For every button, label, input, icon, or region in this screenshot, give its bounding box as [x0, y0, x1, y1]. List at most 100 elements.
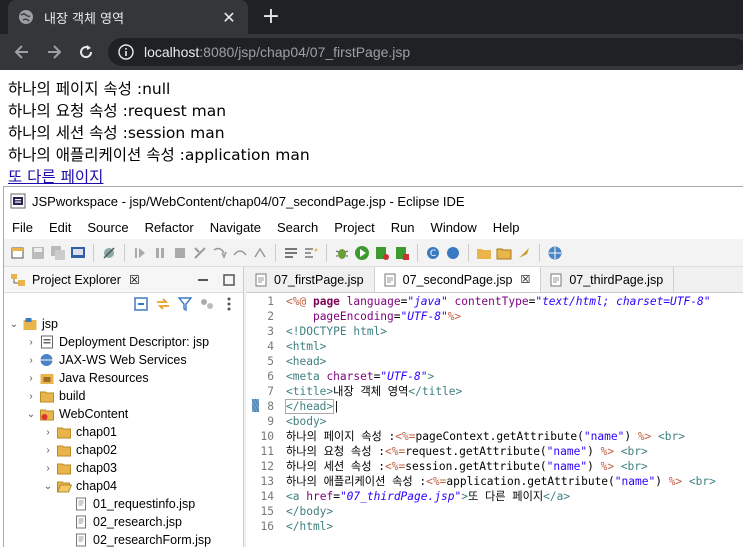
tree-item[interactable]: ⌄ chap04 — [4, 477, 243, 495]
close-tab-icon[interactable]: ✕ — [220, 8, 238, 27]
reload-icon[interactable] — [76, 42, 96, 62]
open-project-icon[interactable] — [496, 245, 512, 261]
eclipse-icon — [10, 193, 26, 209]
chevron-down-icon[interactable]: ⌄ — [25, 409, 37, 420]
code-area[interactable]: 1 <%@ page language="java" contentType="t… — [246, 294, 743, 547]
new-class-icon[interactable]: C — [425, 245, 441, 261]
resume-icon[interactable] — [132, 245, 148, 261]
folder-icon — [40, 391, 54, 403]
tab-label: 07_thirdPage.jsp — [569, 272, 664, 287]
tree-item-label: 01_requestinfo.jsp — [93, 497, 196, 511]
tab-07-firstpage[interactable]: 07_firstPage.jsp — [246, 267, 375, 292]
menu-project[interactable]: Project — [326, 220, 382, 235]
suspend-icon[interactable] — [152, 245, 168, 261]
run-server-icon[interactable] — [374, 245, 390, 261]
code-line: </html> — [286, 520, 334, 533]
tree-item[interactable]: 02_researchForm.jsp — [4, 531, 243, 547]
collapse-all-icon[interactable] — [133, 296, 149, 312]
open-folder-icon[interactable] — [476, 245, 492, 261]
folder-icon — [57, 427, 71, 439]
save-icon[interactable] — [30, 245, 46, 261]
disconnect-icon[interactable] — [192, 245, 208, 261]
open-task-icon[interactable] — [283, 245, 299, 261]
tab-07-thirdpage[interactable]: 07_thirdPage.jsp — [541, 267, 675, 292]
new-server-icon[interactable] — [445, 245, 461, 261]
menu-navigate[interactable]: Navigate — [202, 220, 269, 235]
tree-item-label: Java Resources — [59, 371, 149, 385]
maximize-icon[interactable] — [223, 273, 235, 286]
back-icon[interactable] — [12, 42, 32, 62]
tree-item[interactable]: › Java Resources — [4, 369, 243, 387]
terminate-icon[interactable] — [172, 245, 188, 261]
tree-item[interactable]: › build — [4, 387, 243, 405]
browser-globe-icon[interactable] — [547, 245, 563, 261]
close-view-icon[interactable]: ☒ — [129, 273, 140, 287]
code-line: <meta charset="UTF-8"> — [286, 370, 435, 383]
code-line: <head> — [286, 355, 327, 368]
project-explorer-title: Project Explorer — [32, 272, 121, 287]
skip-breakpoints-icon[interactable] — [101, 245, 117, 261]
jsp-file-icon — [76, 497, 86, 511]
save-all-icon[interactable] — [50, 245, 66, 261]
debug-icon[interactable] — [334, 245, 350, 261]
mark-occurrences-icon[interactable] — [303, 245, 319, 261]
tab-07-secondpage[interactable]: 07_secondPage.jsp ☒ — [374, 267, 542, 292]
menu-run[interactable]: Run — [383, 220, 423, 235]
deploy-icon[interactable] — [516, 245, 532, 261]
code-line: <html> — [286, 340, 327, 353]
svg-text:C: C — [430, 249, 436, 259]
tree-item[interactable]: ⌄ WebContent — [4, 405, 243, 423]
menu-file[interactable]: File — [4, 220, 41, 235]
minimize-icon[interactable] — [197, 274, 209, 286]
forward-icon[interactable] — [44, 42, 64, 62]
chevron-right-icon[interactable]: › — [25, 337, 37, 348]
tree-item[interactable]: › chap03 — [4, 459, 243, 477]
terminal-icon[interactable] — [70, 245, 86, 261]
view-menu-icon[interactable] — [221, 296, 237, 312]
info-icon[interactable] — [118, 44, 134, 60]
jsp-file-icon — [550, 273, 562, 286]
browser-tab[interactable]: 내장 객체 영역 ✕ — [8, 0, 248, 34]
request-attribute-line: 하나의 요청 속성 :request man — [8, 102, 227, 120]
editor-tabs: 07_firstPage.jsp 07_secondPage.jsp ☒ 07_… — [246, 267, 743, 293]
chevron-right-icon[interactable]: › — [42, 427, 54, 438]
step-into-icon[interactable] — [212, 245, 228, 261]
tree-item[interactable]: 01_requestinfo.jsp — [4, 495, 243, 513]
menu-source[interactable]: Source — [79, 220, 136, 235]
chevron-right-icon[interactable]: › — [25, 355, 37, 366]
address-bar[interactable]: localhost :8080/jsp/chap04/07_firstPage.… — [108, 38, 743, 66]
tree-item[interactable]: › chap02 — [4, 441, 243, 459]
chevron-down-icon[interactable]: ⌄ — [42, 481, 54, 492]
run-icon[interactable] — [354, 245, 370, 261]
chevron-right-icon[interactable]: › — [42, 445, 54, 456]
chevron-right-icon[interactable]: › — [42, 463, 54, 474]
tree-item[interactable]: › JAX-WS Web Services — [4, 351, 243, 369]
menu-help[interactable]: Help — [485, 220, 528, 235]
link-editor-icon[interactable] — [155, 296, 171, 312]
tree-item[interactable]: ⌄ jsp — [4, 315, 243, 333]
tree-item[interactable]: › Deployment Descriptor: jsp — [4, 333, 243, 351]
chevron-right-icon[interactable]: › — [25, 373, 37, 384]
tree-item[interactable]: 02_research.jsp — [4, 513, 243, 531]
menu-refactor[interactable]: Refactor — [137, 220, 202, 235]
tree-item[interactable]: › chap01 — [4, 423, 243, 441]
menu-edit[interactable]: Edit — [41, 220, 79, 235]
other-page-link[interactable]: 또 다른 페이지 — [8, 168, 103, 186]
step-return-icon[interactable] — [252, 245, 268, 261]
coverage-icon[interactable] — [394, 245, 410, 261]
chevron-down-icon[interactable]: ⌄ — [8, 319, 20, 330]
jsp-file-icon — [76, 515, 86, 529]
filter-icon[interactable] — [177, 296, 193, 312]
url-path: :8080/jsp/chap04/07_firstPage.jsp — [199, 44, 411, 60]
step-over-icon[interactable] — [232, 245, 248, 261]
focus-icon[interactable] — [199, 296, 215, 312]
close-tab-icon[interactable]: ☒ — [520, 273, 530, 286]
chevron-right-icon[interactable]: › — [25, 391, 37, 402]
menu-window[interactable]: Window — [423, 220, 485, 235]
project-icon — [23, 318, 37, 330]
menu-search[interactable]: Search — [269, 220, 326, 235]
new-tab-button[interactable]: + — [258, 4, 284, 30]
toolbar-separator — [539, 243, 540, 262]
project-explorer-header: Project Explorer ☒ — [4, 267, 243, 293]
new-icon[interactable] — [10, 245, 26, 261]
